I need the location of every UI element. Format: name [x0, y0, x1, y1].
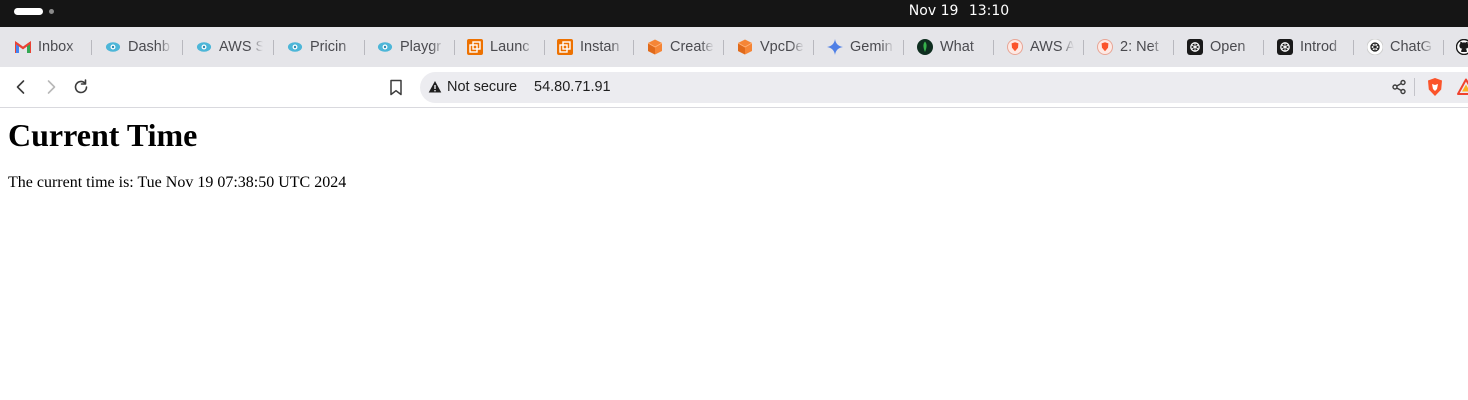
share-button[interactable] [1388, 76, 1410, 98]
aws-cube-icon [737, 39, 753, 55]
forward-button[interactable] [40, 76, 62, 98]
bookmark-label: 2: Net [1120, 39, 1159, 55]
bookmark-separator [1173, 40, 1174, 55]
openai-icon [1367, 39, 1383, 55]
bookmark-label: AWS S [219, 39, 263, 55]
current-time-text: The current time is: Tue Nov 19 07:38:50… [8, 174, 347, 191]
bookmark-inbox[interactable]: Inbox [15, 27, 82, 67]
bookmark-instan[interactable]: Instan [557, 27, 624, 67]
bookmark-dashb[interactable]: Dashb [105, 27, 172, 67]
aws-cube-icon [647, 39, 663, 55]
bookmark-label: Pricin [310, 39, 347, 55]
bookmark-label: Playgr [400, 39, 442, 55]
mongodb-leaf-icon [917, 39, 933, 55]
page-heading: Current Time [8, 117, 198, 153]
browser-toolbar: Not secure 54.80.71.91 [0, 67, 1468, 108]
bookmark-separator [1443, 40, 1444, 55]
reload-button[interactable] [70, 76, 92, 98]
bookmark-label: Create [670, 39, 714, 55]
bookmark-label: Launc [490, 39, 530, 55]
brave-rewards-triangle-icon [1457, 78, 1468, 95]
bookmark-chatg[interactable]: ChatG [1367, 27, 1434, 67]
bookmark-ribbon-icon [390, 79, 402, 95]
os-date: Nov 19 [908, 3, 959, 19]
bookmark-separator [1083, 40, 1084, 55]
brave-shields-button[interactable] [1424, 76, 1446, 98]
bookmark-what[interactable]: What [917, 27, 984, 67]
cloud-eye-icon [196, 39, 212, 55]
bookmark-separator [633, 40, 634, 55]
bookmark-separator [364, 40, 365, 55]
bookmark-label: What [940, 39, 974, 55]
bookmark-separator [903, 40, 904, 55]
openai-icon [1277, 39, 1293, 55]
aws-ec2-icon [557, 39, 573, 55]
bookmark-introd[interactable]: Introd [1277, 27, 1344, 67]
bookmark-label: AWS A [1030, 39, 1074, 55]
url-text[interactable]: 54.80.71.91 [534, 67, 611, 107]
bookmark-separator [993, 40, 994, 55]
bookmark-gemin[interactable]: Gemin [827, 27, 894, 67]
bookmark-label: Open [1210, 39, 1246, 55]
back-arrow-icon [16, 80, 25, 94]
bookmark-label: Dashb [128, 39, 170, 55]
bookmark-aws-a[interactable]: AWS A [1007, 27, 1074, 67]
bookmark-page-button[interactable] [385, 76, 407, 98]
os-top-bar: Nov 19 13:10 [0, 0, 1468, 27]
web-page-content: Current Time The current time is: Tue No… [0, 108, 1468, 400]
toolbar-divider [1414, 78, 1415, 96]
bookmark-separator [273, 40, 274, 55]
bookmark-separator [723, 40, 724, 55]
bookmarks-bar: Inbox Dashb AWS S Pricin Playgr Launc In… [0, 27, 1468, 67]
cloud-eye-icon [377, 39, 393, 55]
forward-arrow-icon [47, 80, 56, 94]
back-button[interactable] [10, 76, 32, 98]
gemini-sparkle-icon [827, 39, 843, 55]
bookmark-label: VpcDe [760, 39, 804, 55]
brave-lion-icon [1428, 78, 1442, 96]
bookmark-github[interactable] [1456, 27, 1468, 67]
bookmark-open[interactable]: Open [1187, 27, 1254, 67]
security-status-label[interactable]: Not secure [447, 67, 517, 107]
os-time: 13:10 [968, 3, 1010, 19]
bookmark-create[interactable]: Create [647, 27, 714, 67]
bookmark-label: ChatG [1390, 39, 1432, 55]
bookmark-label: Introd [1300, 39, 1338, 55]
bookmark-separator [182, 40, 183, 55]
bookmark-2-net[interactable]: 2: Net [1097, 27, 1164, 67]
bookmark-separator [813, 40, 814, 55]
cloud-eye-icon [105, 39, 121, 55]
share-icon [1392, 79, 1406, 95]
os-clock[interactable]: Nov 19 13:10 [0, 0, 1468, 22]
bookmark-vpcde[interactable]: VpcDe [737, 27, 804, 67]
bookmark-separator [1353, 40, 1354, 55]
gmail-icon [15, 39, 31, 55]
bookmark-separator [544, 40, 545, 55]
bookmark-launc[interactable]: Launc [467, 27, 534, 67]
cloud-eye-icon [287, 39, 303, 55]
bookmark-pricin[interactable]: Pricin [287, 27, 354, 67]
aws-ec2-icon [467, 39, 483, 55]
bookmark-label: Inbox [38, 39, 74, 55]
github-icon [1456, 39, 1468, 55]
bookmark-aws-s[interactable]: AWS S [196, 27, 263, 67]
bookmark-separator [91, 40, 92, 55]
openai-icon [1187, 39, 1203, 55]
brave-shield-icon [1097, 39, 1113, 55]
bookmark-separator [1263, 40, 1264, 55]
bookmark-separator [454, 40, 455, 55]
brave-rewards-button[interactable] [1455, 76, 1468, 98]
reload-icon [74, 79, 88, 94]
bookmark-label: Instan [580, 39, 620, 55]
bookmark-playgr[interactable]: Playgr [377, 27, 444, 67]
brave-shield-icon [1007, 39, 1023, 55]
bookmark-label: Gemin [850, 39, 893, 55]
warning-icon[interactable] [428, 80, 442, 94]
